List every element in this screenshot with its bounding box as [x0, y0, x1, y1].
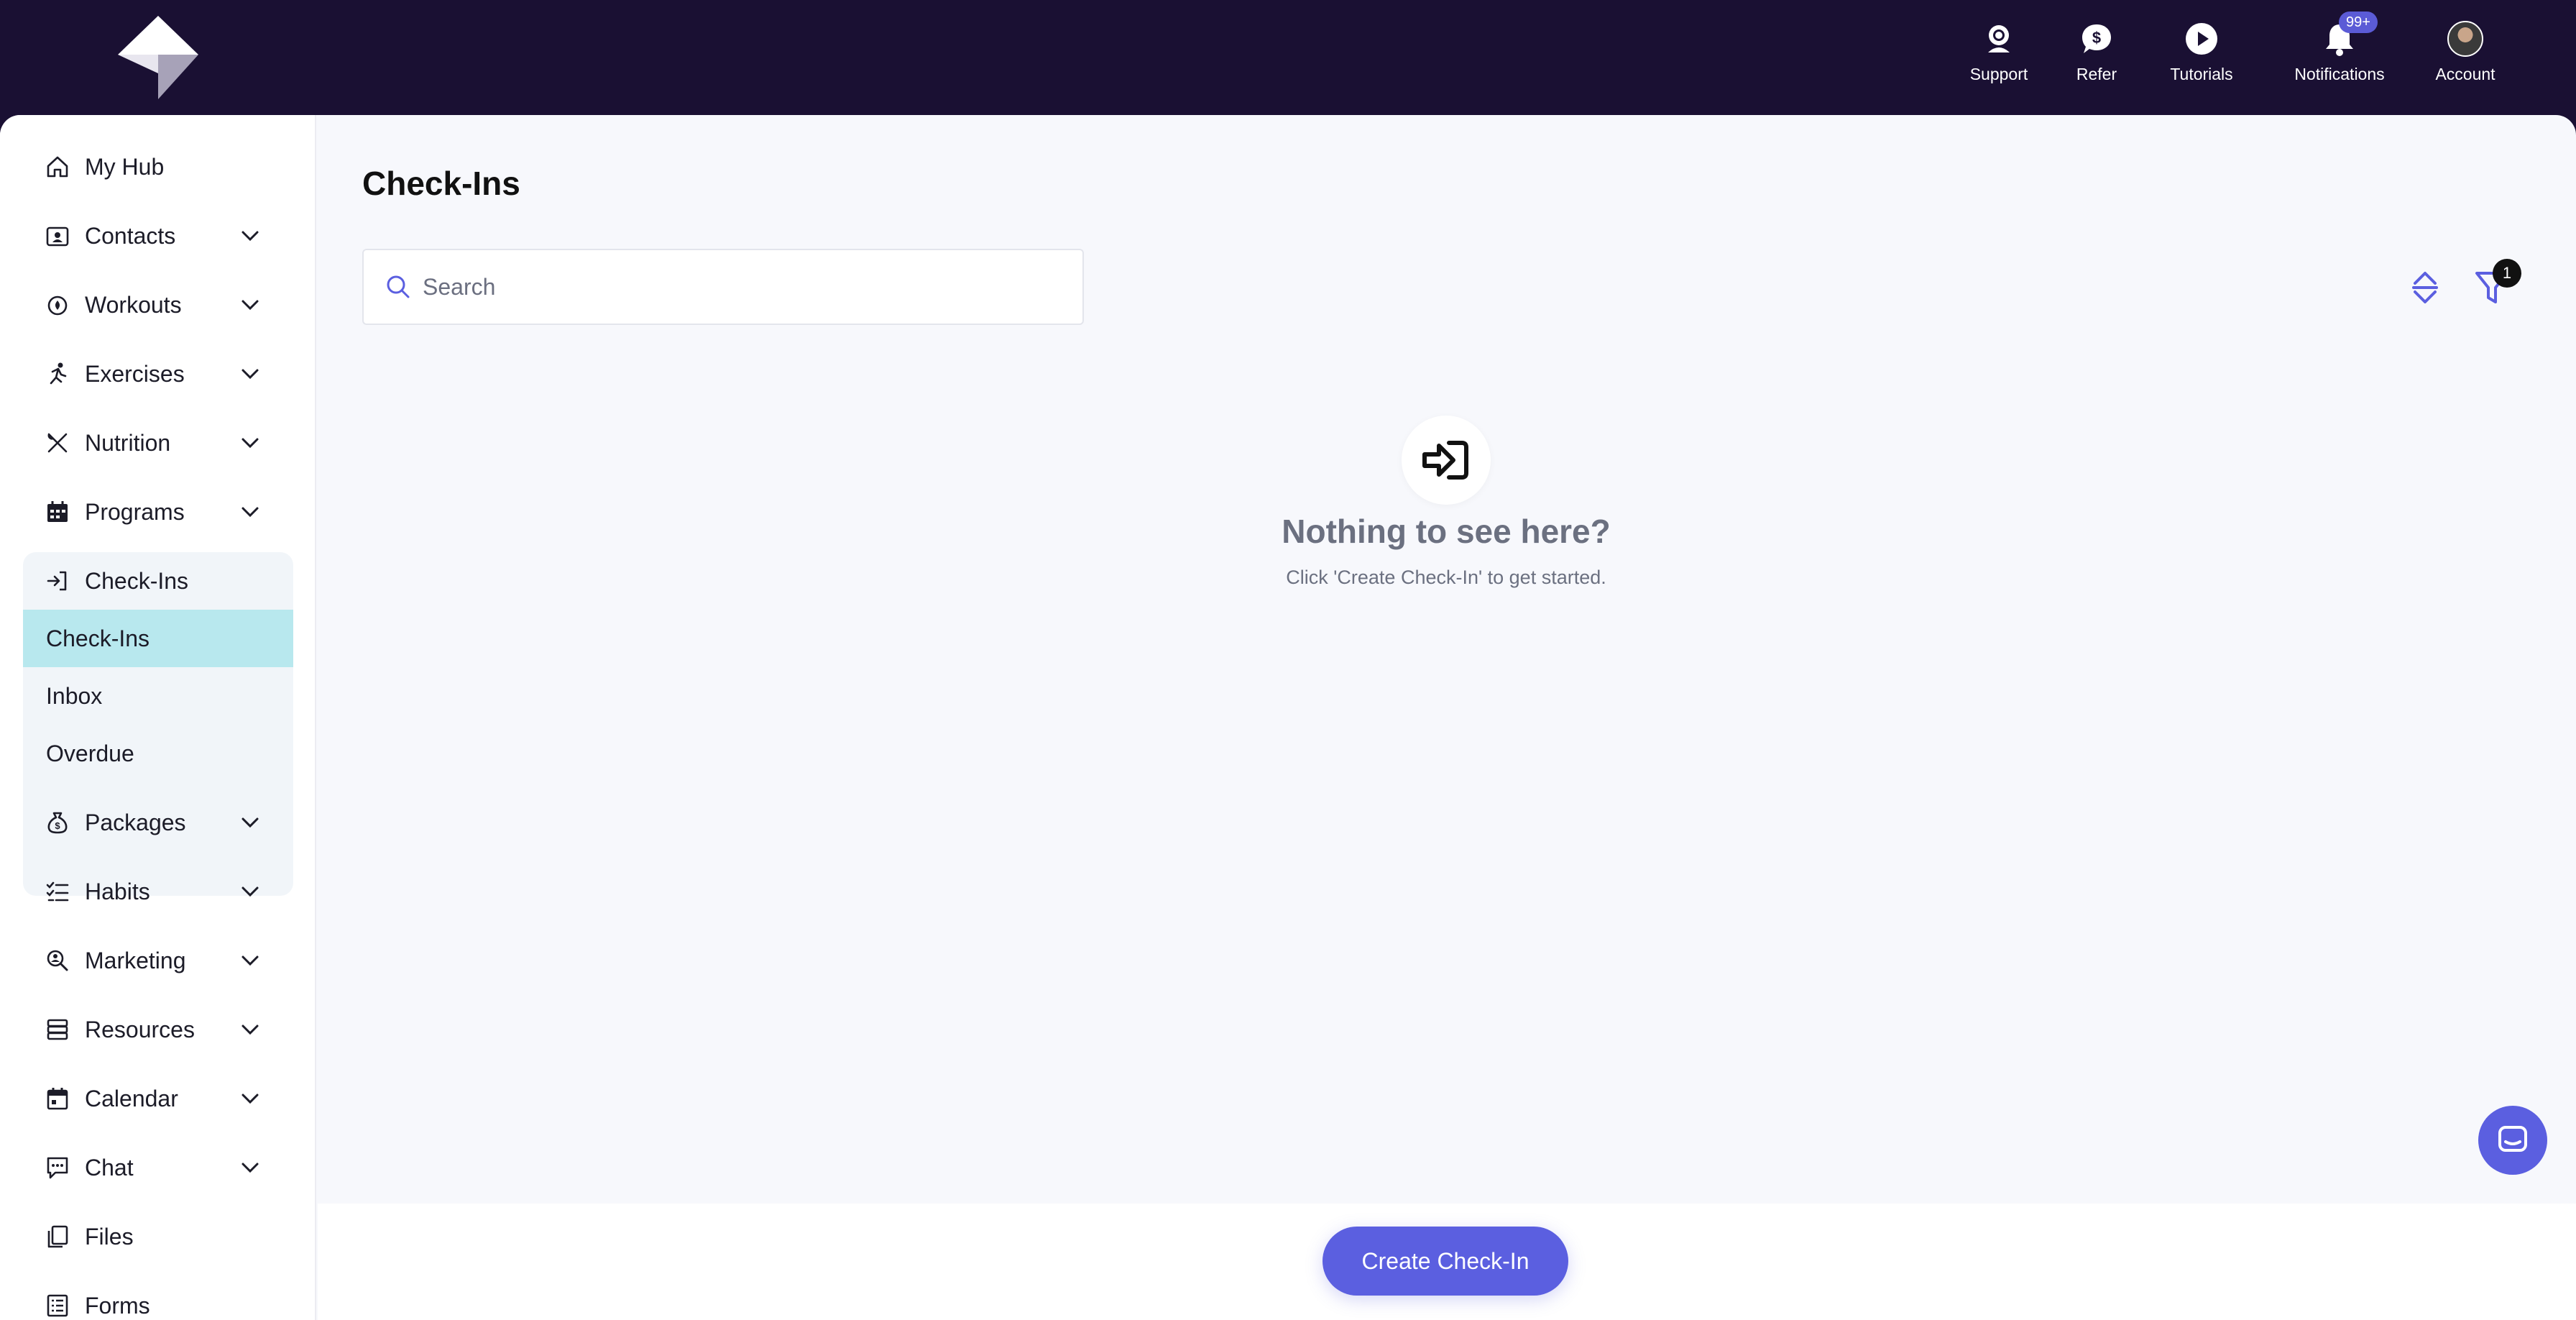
utensils-icon	[43, 428, 72, 457]
sidebar-item-label: Contacts	[85, 222, 176, 249]
money-bag-icon: $	[43, 808, 72, 837]
sidebar-item-label: Packages	[85, 809, 186, 835]
app-logo[interactable]	[114, 14, 203, 101]
sidebar: My Hub Contacts Workouts Exercises Nutri…	[0, 115, 316, 1320]
account-button[interactable]: Account	[2415, 20, 2516, 84]
chevron-down-icon	[242, 369, 259, 380]
stack-icon	[43, 1015, 72, 1044]
chevron-down-icon	[242, 1025, 259, 1035]
sidebar-item-forms[interactable]: Forms	[23, 1277, 293, 1320]
support-headset-icon	[1980, 20, 2018, 58]
sidebar-item-habits[interactable]: Habits	[23, 863, 293, 920]
sub-item-inbox[interactable]: Inbox	[23, 667, 293, 725]
chevron-down-icon	[242, 1094, 259, 1104]
dollar-chat-icon: $	[2078, 20, 2115, 58]
sidebar-item-my-hub[interactable]: My Hub	[23, 138, 293, 196]
sub-item-overdue[interactable]: Overdue	[23, 725, 293, 782]
sidebar-item-calendar[interactable]: Calendar	[23, 1070, 293, 1127]
search-box[interactable]	[362, 249, 1084, 325]
checklist-icon	[43, 877, 72, 906]
notifications-label: Notifications	[2294, 65, 2385, 83]
forms-icon	[43, 1291, 72, 1320]
chevron-down-icon	[242, 507, 259, 518]
tutorials-label: Tutorials	[2170, 65, 2233, 83]
create-check-in-button[interactable]: Create Check-In	[1322, 1227, 1568, 1296]
chevron-down-icon	[242, 438, 259, 449]
sidebar-item-contacts[interactable]: Contacts	[23, 207, 293, 265]
home-icon	[43, 152, 72, 181]
top-bar: Support $ Refer Tutorials 99+ Notificati…	[0, 0, 2576, 115]
workouts-icon	[43, 290, 72, 319]
notifications-button[interactable]: 99+ Notifications	[2278, 12, 2401, 84]
empty-state-icon	[1402, 416, 1491, 505]
top-nav: Support $ Refer Tutorials 99+ Notificati…	[1959, 12, 2516, 84]
running-icon	[43, 359, 72, 388]
sidebar-item-marketing[interactable]: Marketing	[23, 932, 293, 989]
chat-support-button[interactable]	[2478, 1106, 2547, 1175]
sidebar-item-packages[interactable]: $ Packages	[23, 794, 293, 851]
svg-text:$: $	[55, 820, 60, 831]
sidebar-item-label: Chat	[85, 1154, 134, 1181]
sub-item-label: Overdue	[46, 740, 134, 766]
page-title: Check-Ins	[362, 165, 520, 202]
sidebar-item-check-ins[interactable]: Check-Ins	[23, 552, 293, 610]
support-button[interactable]: Support	[1959, 20, 2038, 84]
search-person-icon	[43, 946, 72, 975]
sidebar-item-programs[interactable]: Programs	[23, 483, 293, 541]
sub-item-check-ins[interactable]: Check-Ins	[23, 610, 293, 667]
sidebar-item-nutrition[interactable]: Nutrition	[23, 414, 293, 472]
sidebar-item-label: Exercises	[85, 360, 185, 387]
sidebar-item-label: Forms	[85, 1292, 150, 1319]
sort-icon[interactable]	[2408, 265, 2442, 311]
sidebar-item-label: Habits	[85, 878, 150, 904]
play-circle-icon	[2183, 20, 2220, 58]
svg-text:$: $	[2092, 29, 2101, 47]
chevron-down-icon	[242, 1163, 259, 1173]
chevron-down-icon	[242, 300, 259, 311]
files-icon	[43, 1222, 72, 1251]
empty-state-title: Nothing to see here?	[1282, 513, 1611, 550]
chevron-down-icon	[242, 231, 259, 242]
sidebar-item-label: Check-Ins	[85, 567, 189, 594]
sidebar-item-label: Files	[85, 1223, 134, 1250]
search-input[interactable]	[423, 273, 1070, 301]
sidebar-item-label: Calendar	[85, 1085, 178, 1112]
chat-icon	[43, 1153, 72, 1182]
main-frame: My Hub Contacts Workouts Exercises Nutri…	[0, 115, 2576, 1320]
chevron-down-icon	[242, 817, 259, 828]
sign-in-icon	[43, 567, 72, 595]
empty-state-subtitle: Click 'Create Check-In' to get started.	[1286, 567, 1606, 588]
account-label: Account	[2435, 65, 2496, 83]
avatar	[2447, 21, 2483, 57]
sidebar-item-label: My Hub	[85, 153, 165, 180]
refer-button[interactable]: $ Refer	[2057, 20, 2136, 84]
contacts-icon	[43, 221, 72, 250]
sign-in-icon	[1422, 441, 1468, 480]
sidebar-item-label: Marketing	[85, 947, 186, 973]
tutorials-button[interactable]: Tutorials	[2156, 20, 2247, 84]
filter-count-badge: 1	[2493, 259, 2521, 288]
sidebar-item-exercises[interactable]: Exercises	[23, 345, 293, 403]
refer-label: Refer	[2076, 65, 2117, 83]
sidebar-item-workouts[interactable]: Workouts	[23, 276, 293, 334]
sub-item-label: Check-Ins	[46, 625, 150, 651]
sidebar-item-label: Workouts	[85, 291, 182, 318]
sidebar-item-resources[interactable]: Resources	[23, 1001, 293, 1058]
notifications-badge: 99+	[2339, 12, 2378, 33]
search-icon	[387, 275, 410, 298]
sidebar-item-chat[interactable]: Chat	[23, 1139, 293, 1196]
chevron-down-icon	[242, 955, 259, 966]
sidebar-item-label: Resources	[85, 1016, 195, 1042]
sidebar-item-label: Nutrition	[85, 429, 171, 456]
sidebar-item-label: Programs	[85, 498, 185, 525]
chat-icon	[2498, 1126, 2527, 1152]
sub-item-label: Inbox	[46, 682, 103, 709]
calendar-icon	[43, 1084, 72, 1113]
calendar-grid-icon	[43, 498, 72, 526]
sidebar-item-files[interactable]: Files	[23, 1208, 293, 1265]
chevron-down-icon	[242, 886, 259, 897]
support-label: Support	[1969, 65, 2028, 83]
